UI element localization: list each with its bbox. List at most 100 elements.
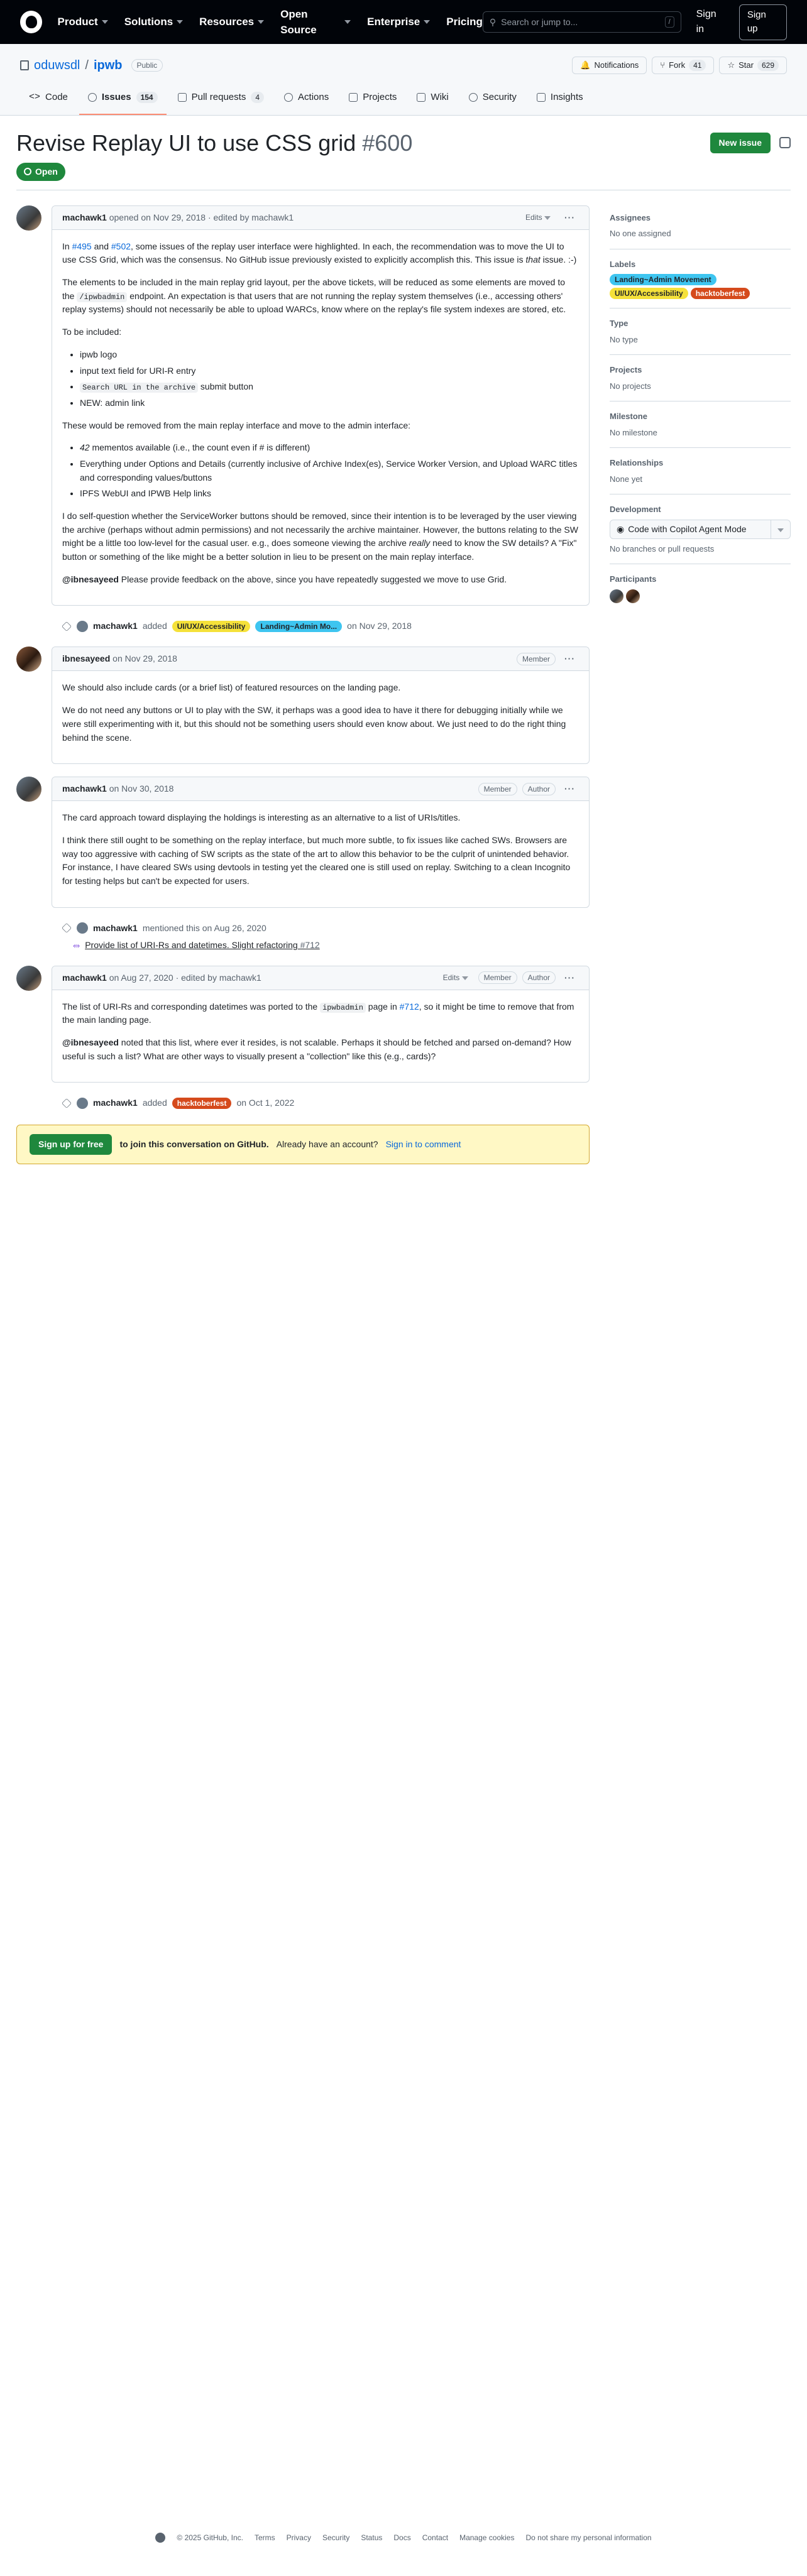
- comment-box: ibnesayeed on Nov 29, 2018 Member ··· We…: [52, 647, 590, 765]
- participant-avatar[interactable]: [626, 589, 640, 603]
- search-input[interactable]: ⚲ Search or jump to... /: [482, 11, 681, 33]
- avatar[interactable]: [77, 1097, 88, 1109]
- kebab-menu-icon[interactable]: ···: [561, 211, 579, 224]
- label-hacktoberfest[interactable]: hacktoberfest: [172, 1097, 232, 1109]
- event-author[interactable]: machawk1: [93, 619, 138, 633]
- nav-product[interactable]: Product: [57, 14, 108, 30]
- repo-name-link[interactable]: ipwb: [94, 56, 123, 75]
- kebab-menu-icon[interactable]: ···: [561, 652, 579, 665]
- avatar[interactable]: [16, 205, 41, 231]
- label-landing-admin[interactable]: Landing~Admin Mo...: [255, 620, 343, 632]
- issue-link[interactable]: #495: [72, 241, 92, 251]
- event-author[interactable]: machawk1: [93, 1096, 138, 1110]
- fork-button[interactable]: ⑂ Fork 41: [652, 57, 715, 74]
- nav-solutions[interactable]: Solutions: [124, 14, 184, 30]
- label-hacktoberfest[interactable]: hacktoberfest: [690, 288, 750, 300]
- nav-pricing[interactable]: Pricing: [446, 14, 483, 30]
- signup-free-button[interactable]: Sign up for free: [30, 1134, 113, 1155]
- nav-open-source[interactable]: Open Source: [280, 6, 351, 38]
- edits-dropdown[interactable]: Edits: [520, 212, 556, 223]
- tab-pull-requests[interactable]: Pull requests 4: [169, 84, 273, 115]
- shield-icon: [468, 93, 478, 102]
- tab-code[interactable]: <> Code: [20, 84, 77, 115]
- star-label: Star: [738, 60, 754, 70]
- milestone-heading: Milestone: [610, 412, 647, 422]
- chevron-down-icon: [777, 528, 784, 532]
- footer-privacy-link[interactable]: Privacy: [287, 2532, 311, 2543]
- comment-author[interactable]: machawk1: [62, 211, 107, 224]
- role-badge: Member: [516, 652, 556, 665]
- user-mention-link[interactable]: @ibnesayeed: [62, 574, 119, 584]
- avatar[interactable]: [16, 965, 41, 991]
- type-value: No type: [610, 334, 638, 344]
- issue-link[interactable]: #502: [111, 241, 131, 251]
- new-issue-button[interactable]: New issue: [710, 132, 771, 153]
- paragraph: @ibnesayeed Please provide feedback on t…: [62, 573, 579, 587]
- edits-dropdown[interactable]: Edits: [438, 972, 473, 983]
- footer-contact-link[interactable]: Contact: [422, 2532, 448, 2543]
- text: , some issues of the replay user interfa…: [62, 241, 564, 265]
- kebab-menu-icon[interactable]: ···: [561, 782, 579, 795]
- notifications-button[interactable]: 🔔 Notifications: [572, 57, 647, 74]
- tab-security[interactable]: Security: [460, 84, 525, 115]
- pr-link[interactable]: #712: [400, 1001, 419, 1012]
- footer-terms-link[interactable]: Terms: [255, 2532, 275, 2543]
- issue-title-text: Revise Replay UI to use CSS grid: [16, 129, 356, 156]
- tab-issues-count: 154: [136, 92, 158, 104]
- footer-do-not-share-link[interactable]: Do not share my personal information: [525, 2532, 651, 2543]
- tab-wiki[interactable]: Wiki: [408, 84, 457, 115]
- sign-in-link[interactable]: Sign in: [696, 7, 727, 37]
- comment-author[interactable]: machawk1: [62, 782, 107, 795]
- signup-banner-text: Already have an account?: [276, 1139, 378, 1150]
- avatar[interactable]: [77, 620, 88, 632]
- nav-resources[interactable]: Resources: [199, 14, 265, 30]
- footer-docs-link[interactable]: Docs: [393, 2532, 410, 2543]
- footer-security-link[interactable]: Security: [322, 2532, 349, 2543]
- repo-owner-link[interactable]: oduwsdl: [34, 56, 80, 75]
- comment-header: machawk1 on Aug 27, 2020 · edited by mac…: [52, 966, 589, 990]
- referenced-pr-link[interactable]: Provide list of URI-Rs and datetimes. Sl…: [85, 939, 320, 952]
- avatar[interactable]: [16, 647, 41, 672]
- nav-open-source-label: Open Source: [280, 8, 317, 36]
- comment-item: ibnesayeed on Nov 29, 2018 Member ··· We…: [16, 647, 590, 765]
- star-button[interactable]: ☆ Star 629: [719, 57, 787, 74]
- repo-header: oduwsdl / ipwb Public 🔔 Notifications ⑂ Fo…: [0, 44, 807, 116]
- tab-issues[interactable]: Issues 154: [79, 84, 167, 115]
- label-uiux[interactable]: UI/UX/Accessibility: [172, 620, 251, 632]
- tab-projects-label: Projects: [363, 92, 397, 102]
- comment-body: In #495 and #502, some issues of the rep…: [52, 230, 589, 606]
- tab-insights[interactable]: Insights: [528, 84, 592, 115]
- github-logo-icon[interactable]: [20, 11, 43, 33]
- repo-separator: /: [85, 58, 89, 72]
- footer-manage-cookies-link[interactable]: Manage cookies: [459, 2532, 514, 2543]
- sign-in-to-comment-link[interactable]: Sign in to comment: [386, 1138, 461, 1151]
- paragraph: The card approach toward displaying the …: [62, 812, 461, 823]
- nav-enterprise[interactable]: Enterprise: [367, 14, 431, 30]
- participant-avatar[interactable]: [610, 589, 623, 603]
- avatar[interactable]: [77, 922, 88, 934]
- comment-author[interactable]: ibnesayeed: [62, 652, 110, 665]
- comment-author[interactable]: machawk1: [62, 971, 107, 985]
- chevron-down-icon: [177, 20, 184, 24]
- copilot-agent-button[interactable]: ◉ Code with Copilot Agent Mode: [610, 519, 771, 539]
- footer-status-link[interactable]: Status: [361, 2532, 382, 2543]
- label-landing-admin[interactable]: Landing~Admin Movement: [610, 274, 716, 286]
- comment-meta: on Nov 29, 2018: [113, 653, 177, 664]
- author-badge: Author: [522, 782, 556, 795]
- event-author[interactable]: machawk1: [93, 922, 138, 935]
- nav-resources-label: Resources: [199, 16, 255, 28]
- sign-up-button[interactable]: Sign up: [738, 4, 787, 40]
- tab-actions[interactable]: Actions: [275, 84, 338, 115]
- tab-projects[interactable]: Projects: [340, 84, 405, 115]
- user-mention-link[interactable]: @ibnesayeed: [62, 1037, 119, 1047]
- avatar[interactable]: [16, 777, 41, 802]
- text: mementos available (i.e., the count even…: [89, 442, 310, 453]
- comment-box: machawk1 on Nov 30, 2018 Member Author ·…: [52, 777, 590, 908]
- kebab-menu-icon[interactable]: ···: [561, 971, 579, 985]
- copilot-dropdown[interactable]: [771, 519, 791, 539]
- issue-icon: [87, 93, 97, 102]
- copy-link-icon[interactable]: [779, 137, 791, 149]
- fork-icon: ⑂: [660, 60, 666, 70]
- label-uiux[interactable]: UI/UX/Accessibility: [610, 288, 688, 300]
- paragraph: In #495 and #502, some issues of the rep…: [62, 240, 579, 267]
